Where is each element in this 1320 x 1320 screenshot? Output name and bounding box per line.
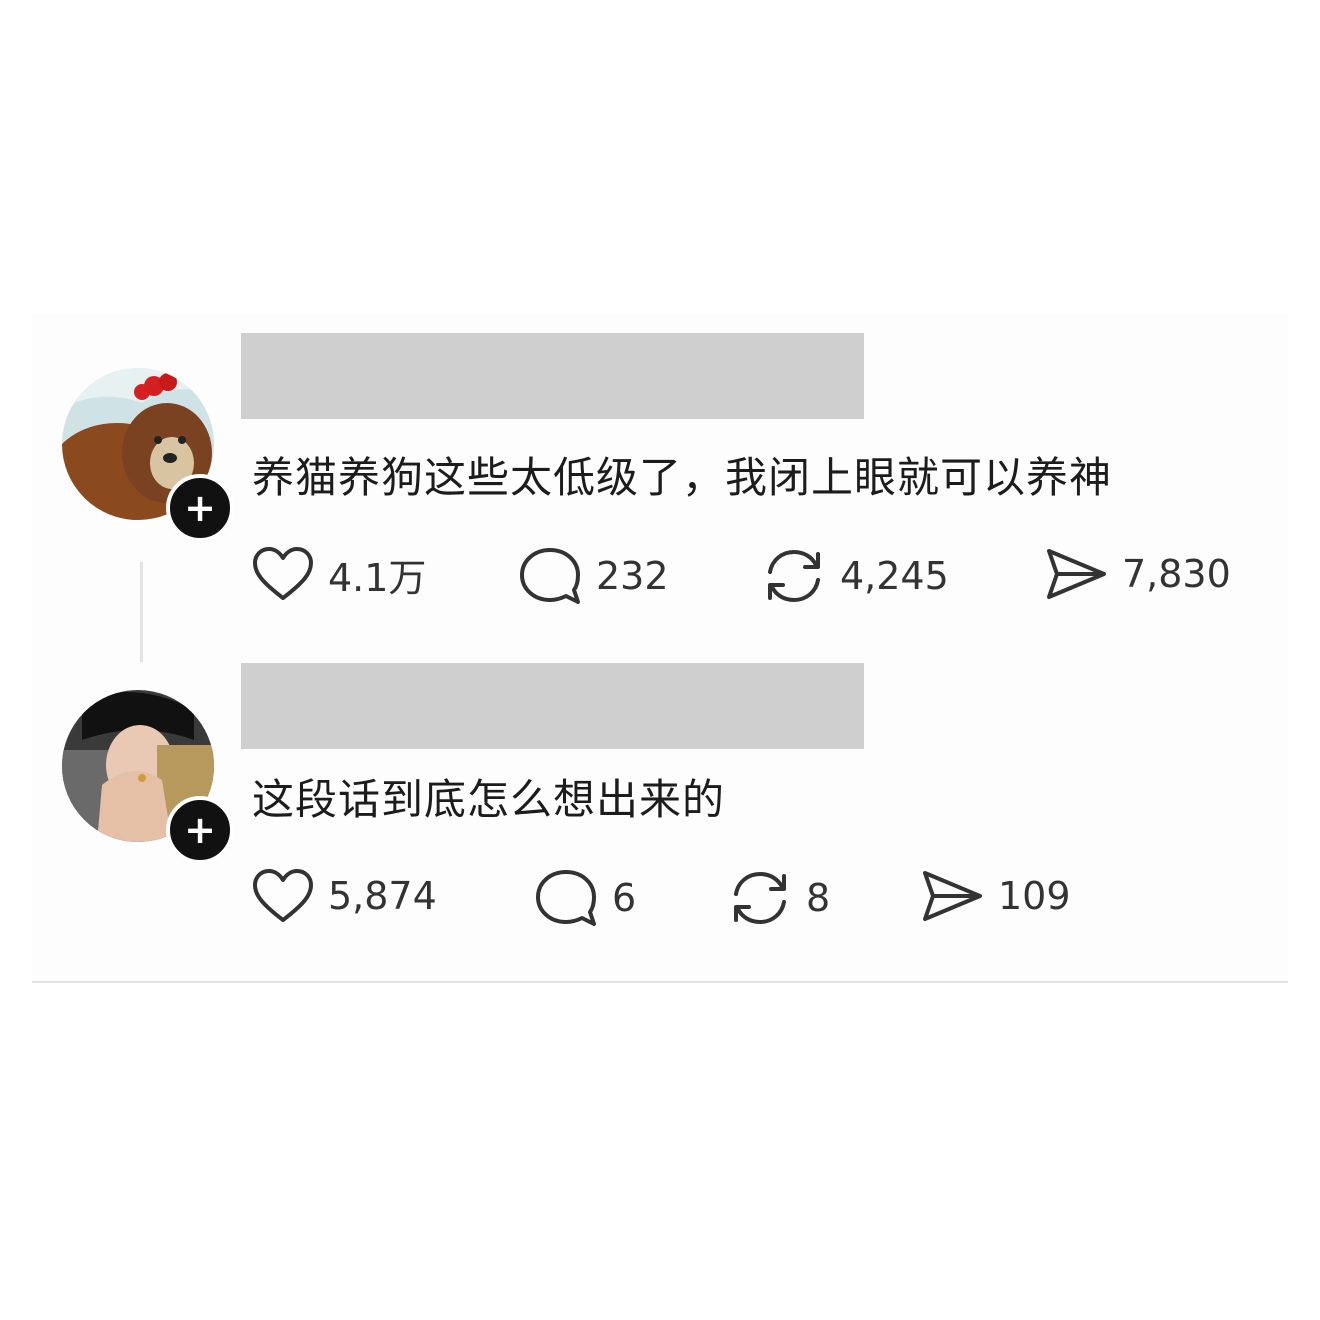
comment-count: 232	[596, 554, 669, 598]
follow-button[interactable]: +	[166, 474, 234, 542]
comment-count: 6	[612, 876, 637, 920]
plus-icon: +	[184, 808, 216, 852]
comment-button[interactable]: 6	[534, 868, 636, 928]
heart-icon	[253, 869, 313, 922]
like-count: 5,874	[328, 874, 437, 918]
repost-icon	[734, 871, 786, 925]
repost-count: 8	[806, 876, 831, 920]
follow-button[interactable]: +	[166, 796, 234, 864]
like-button[interactable]: 4.1万	[252, 546, 426, 602]
plus-icon: +	[184, 486, 216, 530]
repost-count: 4,245	[840, 554, 949, 598]
username-redacted	[241, 663, 864, 749]
comment-bubble-icon	[520, 548, 580, 604]
send-icon	[1047, 549, 1106, 599]
post-text: 养猫养狗这些太低级了，我闭上眼就可以养神	[252, 453, 1113, 502]
like-count: 4.1万	[328, 555, 427, 600]
thread-connector-line	[140, 562, 143, 662]
like-button[interactable]: 5,874	[252, 868, 437, 924]
share-count: 7,830	[1122, 552, 1231, 596]
heart-icon	[253, 547, 313, 600]
repost-button[interactable]: 4,245	[762, 546, 949, 606]
share-button[interactable]: 7,830	[1044, 546, 1231, 602]
comment-bubble-icon	[536, 870, 596, 926]
comment-button[interactable]: 232	[518, 546, 669, 606]
repost-button[interactable]: 8	[728, 868, 830, 928]
send-icon	[923, 871, 982, 921]
share-button[interactable]: 109	[920, 868, 1071, 924]
share-count: 109	[998, 874, 1071, 918]
post-text: 这段话到底怎么想出来的	[252, 775, 726, 824]
repost-icon	[768, 549, 820, 603]
username-redacted	[241, 333, 864, 419]
